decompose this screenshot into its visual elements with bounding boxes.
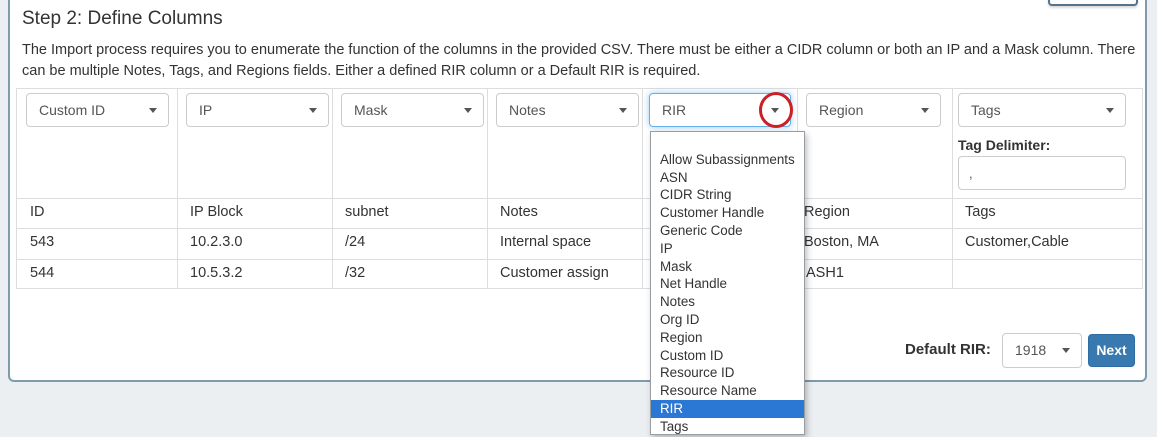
chevron-down-icon [309, 108, 317, 113]
dropdown-option[interactable]: Generic Code [651, 222, 804, 240]
next-button[interactable]: Next [1088, 334, 1135, 367]
dropdown-option[interactable]: ASN [651, 169, 804, 187]
page: Step 2: Define Columns The Import proces… [0, 0, 1157, 437]
cutoff-top-button[interactable] [1048, 0, 1138, 6]
table-divider [17, 198, 1142, 199]
table-divider [17, 259, 1142, 260]
dropdown-option[interactable]: IP [651, 240, 804, 258]
column-select-6[interactable]: Region [806, 93, 941, 127]
dropdown-option[interactable]: Allow Subassignments [651, 151, 804, 169]
default-rir-value: 1918 [1015, 342, 1046, 358]
column-select-1[interactable]: Custom ID [26, 93, 169, 127]
chevron-down-icon [619, 108, 627, 113]
column-select-3[interactable]: Mask [341, 93, 484, 127]
column-select-1-value: Custom ID [39, 102, 105, 118]
chevron-down-icon [149, 108, 157, 113]
chevron-down-icon [921, 108, 929, 113]
column-select-3-value: Mask [354, 102, 387, 118]
dropdown-option[interactable]: Customer Handle [651, 204, 804, 222]
dropdown-option[interactable]: Region [651, 329, 804, 347]
table-row-1-id: 543 [30, 234, 54, 250]
table-row-2-notes: Customer assign [500, 265, 609, 281]
table-row-1-mask: /24 [345, 234, 365, 250]
table-row-2-ip: 10.5.3.2 [190, 265, 242, 281]
dropdown-option[interactable]: Resource ID [651, 364, 804, 382]
col-header-notes: Notes [500, 204, 538, 220]
dropdown-option-blank[interactable] [651, 133, 804, 151]
tag-delimiter-label: Tag Delimiter: [958, 137, 1050, 153]
table-row-2-id: 544 [30, 265, 54, 281]
dropdown-option[interactable]: Custom ID [651, 347, 804, 365]
column-select-4[interactable]: Notes [496, 93, 639, 127]
column-select-5-value: RIR [662, 102, 686, 118]
default-rir-label: Default RIR: [905, 341, 991, 358]
column-select-6-value: Region [819, 102, 863, 118]
dropdown-option[interactable]: Net Handle [651, 275, 804, 293]
column-select-4-value: Notes [509, 102, 546, 118]
col-header-id: ID [30, 204, 45, 220]
table-row-2-region: ASH1 [806, 265, 844, 281]
dropdown-option[interactable]: Mask [651, 258, 804, 276]
table-divider [17, 228, 1142, 229]
dropdown-option[interactable]: Org ID [651, 311, 804, 329]
dropdown-option[interactable]: Notes [651, 293, 804, 311]
chevron-down-icon [771, 108, 779, 113]
rir-dropdown-menu: Allow Subassignments ASN CIDR String Cus… [650, 131, 805, 435]
default-rir-select[interactable]: 1918 [1002, 333, 1082, 368]
chevron-down-icon [1106, 108, 1114, 113]
col-header-tags: Tags [965, 204, 996, 220]
column-select-2-value: IP [199, 102, 212, 118]
table-row-1-ip: 10.2.3.0 [190, 234, 242, 250]
chevron-down-icon [1062, 348, 1070, 353]
instructions-text: The Import process requires you to enume… [22, 40, 1138, 82]
chevron-down-icon [464, 108, 472, 113]
tag-delimiter-input[interactable] [958, 156, 1126, 190]
column-select-7[interactable]: Tags [958, 93, 1126, 127]
dropdown-option[interactable]: Tags [651, 418, 804, 435]
column-select-7-value: Tags [971, 102, 1001, 118]
column-select-5-rir[interactable]: RIR [649, 93, 791, 127]
col-header-region: Region [804, 204, 850, 220]
table-row-1-tags: Customer,Cable [965, 234, 1069, 250]
column-select-2[interactable]: IP [186, 93, 329, 127]
dropdown-option[interactable]: CIDR String [651, 186, 804, 204]
dropdown-option-selected[interactable]: RIR [651, 400, 804, 418]
table-row-2-mask: /32 [345, 265, 365, 281]
page-title: Step 2: Define Columns [22, 8, 223, 30]
col-header-ipblock: IP Block [190, 204, 243, 220]
table-row-1-region: Boston, MA [804, 234, 879, 250]
table-row-1-notes: Internal space [500, 234, 591, 250]
dropdown-option[interactable]: Resource Name [651, 382, 804, 400]
col-header-subnet: subnet [345, 204, 389, 220]
